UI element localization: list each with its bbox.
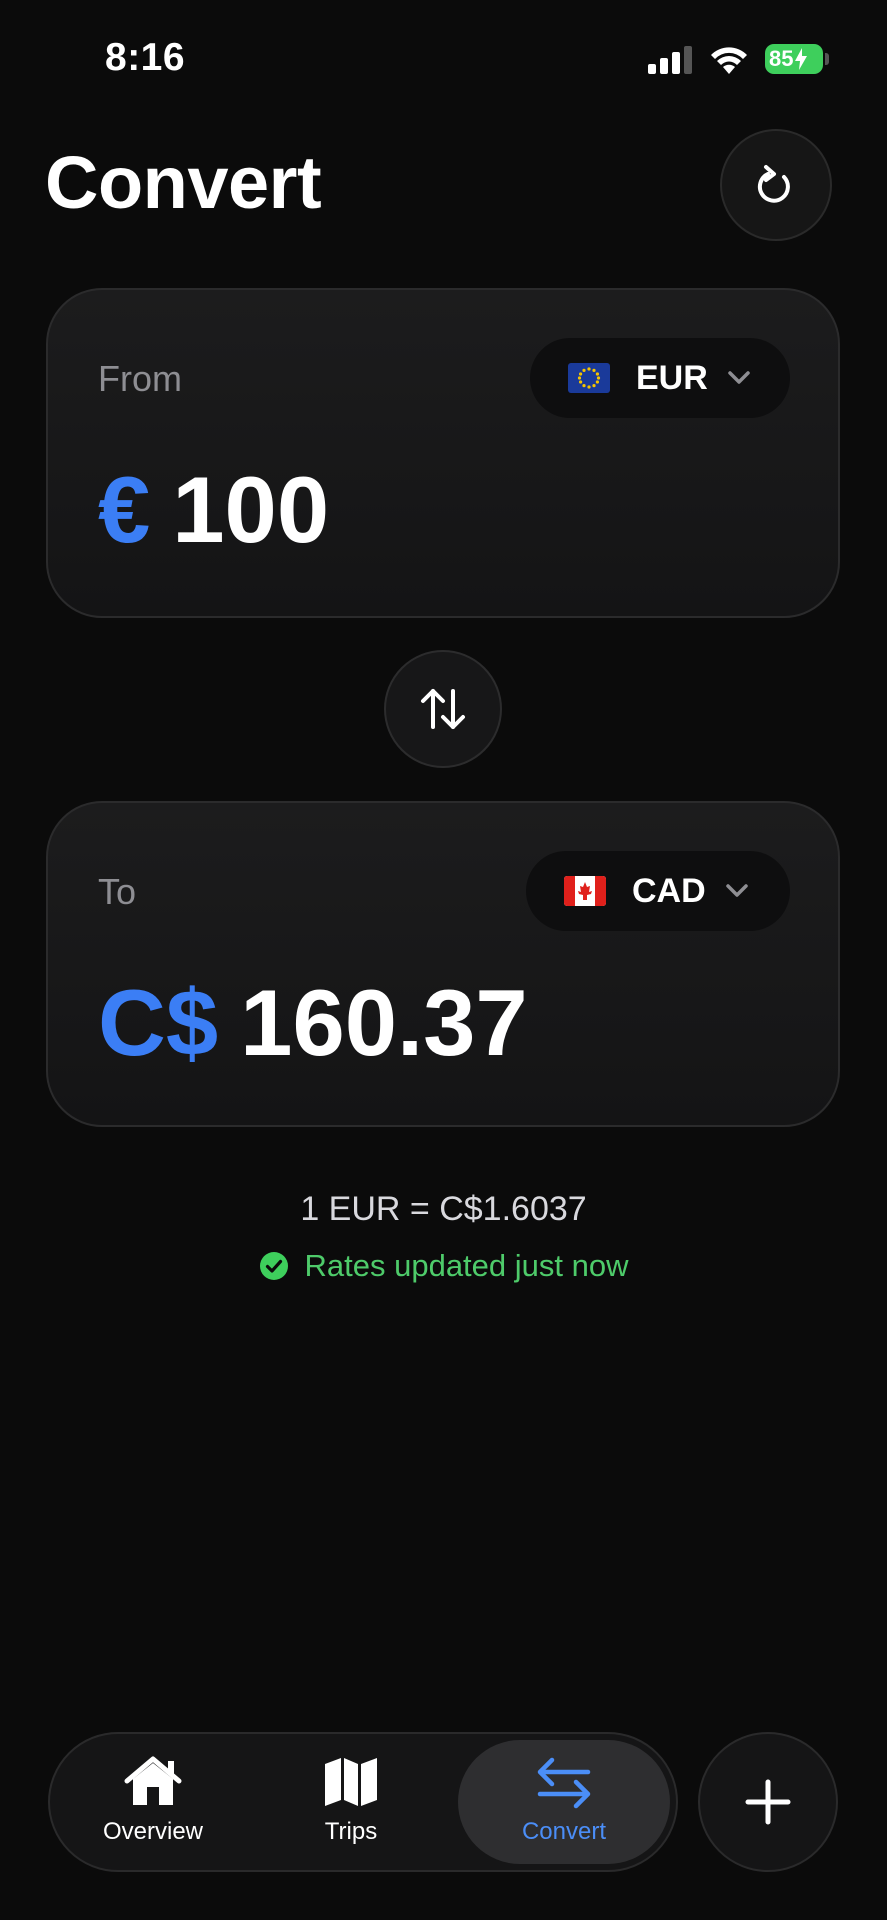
check-circle-icon xyxy=(259,1252,288,1280)
to-label: To xyxy=(98,871,137,912)
plus-icon xyxy=(745,1779,791,1825)
charging-bolt-icon xyxy=(795,48,808,70)
eu-flag-icon xyxy=(568,363,610,393)
refresh-button[interactable] xyxy=(720,129,832,241)
from-currency-code: EUR xyxy=(636,358,708,397)
to-amount-value: 160.37 xyxy=(240,970,528,1075)
from-currency-symbol: € xyxy=(98,457,151,562)
status-time: 8:16 xyxy=(105,36,186,79)
to-amount: C$ 160.37 xyxy=(98,973,528,1073)
battery-level: 85 xyxy=(769,46,794,71)
swap-vertical-arrows-icon xyxy=(421,689,465,729)
refresh-icon xyxy=(757,165,790,203)
battery-indicator: 85 xyxy=(765,44,823,74)
to-currency-symbol: C$ xyxy=(98,970,219,1075)
exchange-rate-text: 1 EUR = C$1.6037 xyxy=(300,1190,587,1228)
chevron-down-icon xyxy=(728,371,750,384)
swap-currencies-button[interactable] xyxy=(384,650,502,768)
tab-trips-label: Trips xyxy=(324,1818,378,1845)
to-currency-picker[interactable]: CAD xyxy=(526,851,790,931)
chevron-down-icon xyxy=(725,884,748,897)
tab-convert[interactable]: Convert xyxy=(458,1740,670,1864)
from-label: From xyxy=(98,358,182,399)
to-currency-code: CAD xyxy=(632,871,706,910)
swap-arrows-icon xyxy=(537,1757,591,1809)
cellular-signal-icon xyxy=(648,46,692,74)
rate-status: Rates updated just now xyxy=(0,1248,887,1284)
tab-convert-label: Convert xyxy=(521,1818,607,1845)
to-card: To CAD C$ 160.37 xyxy=(46,801,840,1127)
from-amount[interactable]: € 100 xyxy=(98,460,329,560)
tab-overview-label: Overview xyxy=(102,1818,204,1845)
battery-tip xyxy=(825,53,829,65)
map-icon xyxy=(325,1758,377,1806)
add-button[interactable] xyxy=(698,1732,838,1872)
from-card: From EUR € 100 xyxy=(46,288,840,618)
from-currency-picker[interactable]: EUR xyxy=(530,338,790,418)
tab-bar: Overview Trips Convert xyxy=(48,1732,678,1872)
rate-status-text: Rates updated just now xyxy=(304,1248,629,1283)
house-icon xyxy=(124,1756,182,1805)
wifi-icon xyxy=(711,47,747,74)
canada-flag-icon xyxy=(564,876,606,906)
tab-overview[interactable]: Overview xyxy=(72,1740,234,1864)
from-amount-value: 100 xyxy=(172,457,330,562)
page-title: Convert xyxy=(45,141,322,224)
tab-trips[interactable]: Trips xyxy=(270,1740,432,1864)
